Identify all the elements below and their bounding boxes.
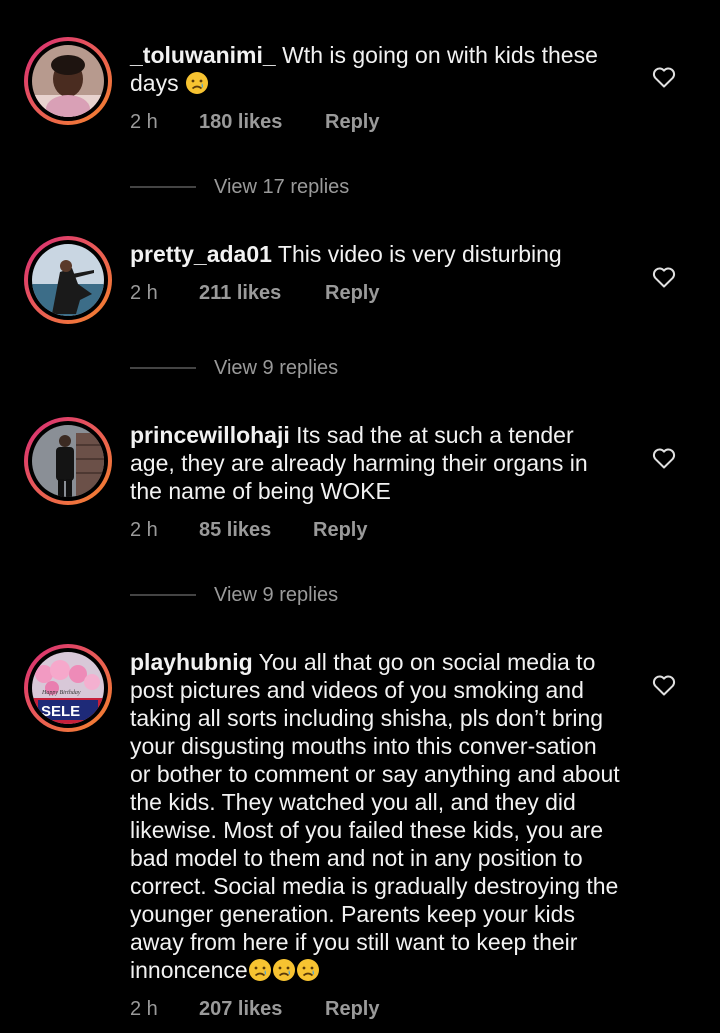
avatar-caption: Happy Birthday bbox=[41, 690, 81, 696]
divider-line bbox=[130, 186, 196, 188]
comment-body: This video is very disturbing bbox=[277, 241, 562, 267]
like-heart-icon[interactable] bbox=[652, 66, 676, 88]
comment-time: 2 h bbox=[130, 519, 158, 541]
like-heart-icon[interactable] bbox=[652, 266, 676, 288]
like-heart-icon[interactable] bbox=[652, 674, 676, 696]
likes-count[interactable]: 211 likes bbox=[199, 279, 281, 307]
username[interactable]: playhubnig bbox=[130, 649, 253, 675]
avatar-photo bbox=[32, 45, 104, 117]
crying-face-icon bbox=[248, 958, 272, 982]
reply-button[interactable]: Reply bbox=[325, 279, 379, 307]
avatar-photo bbox=[32, 244, 104, 316]
likes-count[interactable]: 180 likes bbox=[199, 108, 282, 136]
crying-face-icon bbox=[296, 958, 320, 982]
avatar[interactable]: Happy Birthday SELE bbox=[24, 644, 112, 732]
likes-count[interactable]: 85 likes bbox=[199, 516, 271, 544]
avatar[interactable] bbox=[24, 236, 112, 324]
username[interactable]: pretty_ada01 bbox=[130, 241, 272, 267]
comment-time: 2 h bbox=[130, 998, 158, 1020]
comment-text: pretty_ada01 This video is very disturbi… bbox=[130, 240, 630, 268]
avatar[interactable] bbox=[24, 417, 112, 505]
comment-body: You all that go on social media to post … bbox=[130, 649, 620, 983]
username[interactable]: princewillohaji bbox=[130, 422, 290, 448]
reply-button[interactable]: Reply bbox=[325, 108, 379, 136]
reply-button[interactable]: Reply bbox=[325, 995, 379, 1023]
avatar-banner-text: SELE bbox=[41, 703, 80, 720]
avatar[interactable] bbox=[24, 37, 112, 125]
view-replies-label: View 9 replies bbox=[214, 584, 339, 606]
avatar-photo: Happy Birthday SELE bbox=[32, 652, 104, 724]
view-replies-button[interactable]: View 17 replies bbox=[130, 173, 530, 201]
comment-text: _toluwanimi_ Wth is going on with kids t… bbox=[130, 41, 630, 97]
likes-count[interactable]: 207 likes bbox=[199, 995, 282, 1023]
divider-line bbox=[130, 367, 196, 369]
divider-line bbox=[130, 594, 196, 596]
comment-text: playhubnig You all that go on social med… bbox=[130, 648, 620, 984]
view-replies-button[interactable]: View 9 replies bbox=[130, 581, 530, 609]
view-replies-label: View 17 replies bbox=[214, 176, 350, 198]
view-replies-button[interactable]: View 9 replies bbox=[130, 354, 530, 382]
view-replies-label: View 9 replies bbox=[214, 357, 339, 379]
comment-time: 2 h bbox=[130, 111, 158, 133]
comment-text: princewillohaji Its sad the at such a te… bbox=[130, 421, 610, 505]
crying-face-icon bbox=[185, 71, 209, 95]
avatar-photo bbox=[32, 425, 104, 497]
crying-face-icon bbox=[272, 958, 296, 982]
username[interactable]: _toluwanimi_ bbox=[130, 42, 276, 68]
reply-button[interactable]: Reply bbox=[313, 516, 367, 544]
like-heart-icon[interactable] bbox=[652, 447, 676, 469]
comment-time: 2 h bbox=[130, 282, 158, 304]
